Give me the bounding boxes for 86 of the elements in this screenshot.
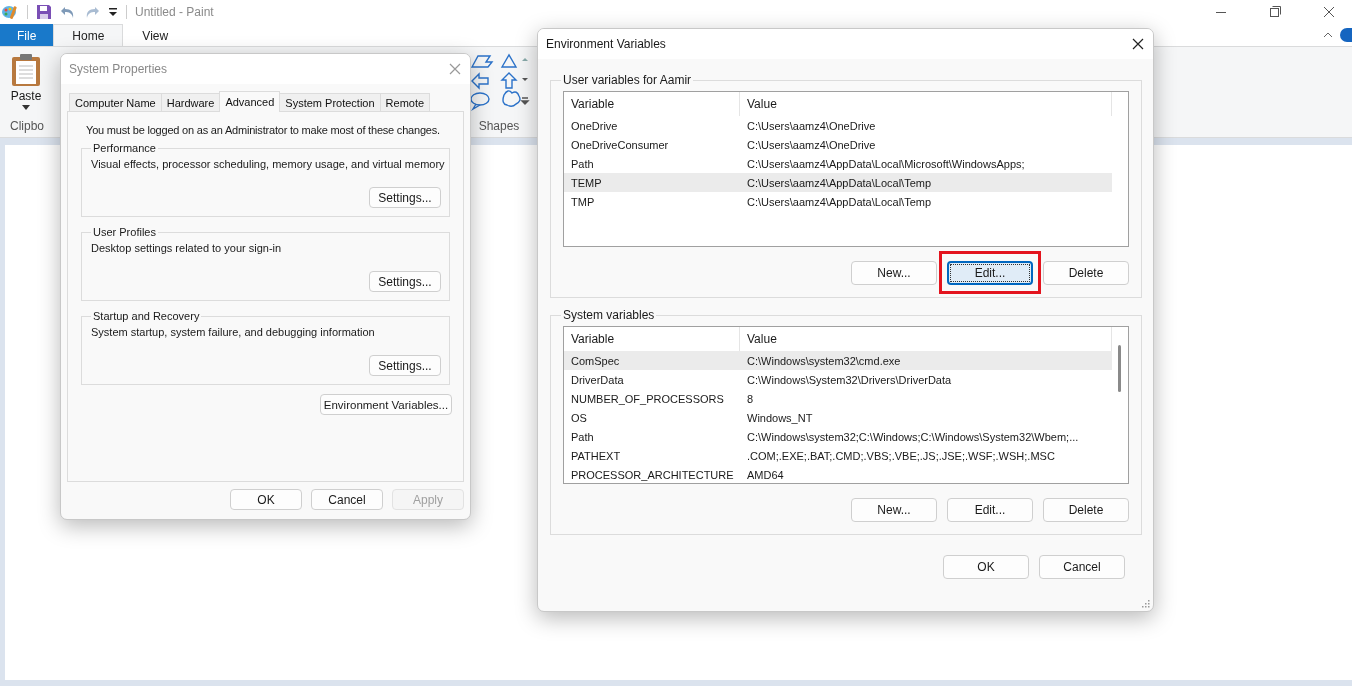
tab[interactable]: Remote xyxy=(379,93,431,111)
list-button[interactable]: New... xyxy=(851,261,937,285)
list-button[interactable]: Delete xyxy=(1043,261,1129,285)
list-button[interactable]: Edit... xyxy=(947,498,1033,522)
table-cell-text: OneDriveConsumer xyxy=(570,138,670,151)
table-cell-text: C:\Windows\system32\cmd.exe xyxy=(746,354,902,367)
table-cell-text: 8 xyxy=(746,392,755,405)
table-cell-text: C:\Windows\system32;C:\Windows;C:\Windows\System32\Wbem;... xyxy=(746,430,1080,443)
help-icon[interactable] xyxy=(1340,28,1352,42)
list-button[interactable]: New... xyxy=(851,498,937,522)
table-row[interactable]: DriverData C:\Windows\System32\Drivers\DriverData xyxy=(564,370,1112,389)
table-cell-text: OneDrive xyxy=(570,119,619,132)
table-cell-text: PROCESSOR_ARCHITECTURE xyxy=(570,468,735,481)
table-cell-text: TMP xyxy=(570,195,596,208)
dialog-button[interactable]: Cancel xyxy=(1039,555,1125,579)
group-label: Clipbo xyxy=(10,119,45,133)
scrollbar-thumb[interactable] xyxy=(1118,345,1121,392)
variables-list[interactable] xyxy=(563,91,1129,247)
save-icon[interactable] xyxy=(36,4,52,20)
table-cell-text: NUMBER_OF_PROCESSORS xyxy=(570,392,725,405)
table-row[interactable]: TEMP C:\Users\aamz4\AppData\Local\Temp xyxy=(564,173,1112,192)
resize-grip-icon[interactable] xyxy=(1142,600,1150,608)
table-cell-text: .COM;.EXE;.BAT;.CMD;.VBS;.VBE;.JS;.JSE;.WSF;.WSH;.MSC xyxy=(746,449,1056,462)
dialog-button[interactable]: OK xyxy=(943,555,1029,579)
variables-list[interactable] xyxy=(563,326,1129,484)
close-icon[interactable] xyxy=(1132,38,1144,50)
ribbon-tab[interactable]: View xyxy=(123,24,188,46)
notice-text: You must be logged on as an Administrator to make most of these changes. xyxy=(86,124,441,136)
table-cell-text: Path xyxy=(570,157,595,170)
table-row[interactable]: OneDriveConsumer C:\Users\aamz4\OneDrive xyxy=(564,135,1112,154)
dialog-title: Environment Variables xyxy=(546,37,666,51)
table-row[interactable]: Path C:\Windows\system32;C:\Windows;C:\Windows\System32\Wbem;... xyxy=(564,427,1112,446)
table-cell-text: DriverData xyxy=(570,373,625,386)
settings-button[interactable]: Settings... xyxy=(369,355,441,376)
settings-button[interactable]: Settings... xyxy=(369,187,441,208)
column-header[interactable]: Value xyxy=(740,92,1112,116)
table-cell-text: C:\Users\aamz4\OneDrive xyxy=(746,119,877,132)
group-title: Startup and Recovery xyxy=(92,310,201,322)
group-title: System variables xyxy=(562,308,656,322)
table-row[interactable]: Path C:\Users\aamz4\AppData\Local\Microsoft\WindowsApps; xyxy=(564,154,1112,173)
environment-variables-button[interactable]: Environment Variables... xyxy=(320,394,452,415)
dialog-button[interactable]: OK xyxy=(230,489,302,510)
window-title: Untitled - Paint xyxy=(135,5,214,19)
column-header[interactable]: Variable xyxy=(564,92,740,116)
settings-button[interactable]: Settings... xyxy=(369,271,441,292)
ribbon-tab[interactable]: File xyxy=(0,24,54,46)
paste-button[interactable]: Paste xyxy=(10,53,42,110)
customize-caret-icon[interactable] xyxy=(108,6,118,18)
group-description: System startup, system failure, and debugging information xyxy=(91,326,376,338)
table-cell-text: C:\Users\aamz4\AppData\Local\Temp xyxy=(746,176,933,189)
table-row[interactable]: NUMBER_OF_PROCESSORS 8 xyxy=(564,389,1112,408)
paint-app-icon xyxy=(1,3,19,21)
table-cell-text: Windows_NT xyxy=(746,411,814,424)
tab[interactable]: Computer Name xyxy=(69,93,162,111)
table-cell-text: Path xyxy=(570,430,595,443)
list-button[interactable]: Edit... xyxy=(947,261,1033,285)
tab[interactable]: Advanced xyxy=(219,91,281,112)
table-row[interactable]: OneDrive C:\Users\aamz4\OneDrive xyxy=(564,116,1112,135)
table-row[interactable]: ComSpec C:\Windows\system32\cmd.exe xyxy=(564,351,1112,370)
group-title: Performance xyxy=(92,142,157,154)
dialog-button[interactable]: Cancel xyxy=(311,489,383,510)
table-cell-text: C:\Users\aamz4\OneDrive xyxy=(746,138,877,151)
table-cell-text: C:\Users\aamz4\AppData\Local\Microsoft\WindowsApps; xyxy=(746,157,1026,170)
table-cell-text: C:\Users\aamz4\AppData\Local\Temp xyxy=(746,195,933,208)
table-row[interactable]: PROCESSOR_ARCHITECTURE AMD64 xyxy=(564,465,1112,483)
group-label: Shapes xyxy=(478,119,520,133)
tab[interactable]: System Protection xyxy=(279,93,381,111)
dialog-title: System Properties xyxy=(69,62,168,76)
shapes-gallery-drawing[interactable] xyxy=(468,53,530,111)
table-row[interactable]: PATHEXT .COM;.EXE;.BAT;.CMD;.VBS;.VBE;.JS;.JSE;.WSF;.WSH;.MSC xyxy=(564,446,1112,465)
table-cell-text: OS xyxy=(570,411,588,424)
tab[interactable]: Hardware xyxy=(160,93,221,111)
table-row[interactable]: OS Windows_NT xyxy=(564,408,1112,427)
group-title: User variables for Aamir xyxy=(562,73,693,87)
list-button[interactable]: Delete xyxy=(1043,498,1129,522)
ribbon-tab[interactable]: Home xyxy=(53,24,124,46)
collapse-ribbon-icon[interactable] xyxy=(1322,30,1334,40)
table-cell-text: C:\Windows\System32\Drivers\DriverData xyxy=(746,373,953,386)
table-cell-text: PATHEXT xyxy=(570,449,622,462)
table-cell-text: TEMP xyxy=(570,176,603,189)
table-row[interactable]: TMP C:\Users\aamz4\AppData\Local\Temp xyxy=(564,192,1112,211)
group-description: Desktop settings related to your sign-in xyxy=(91,242,283,254)
group-title: User Profiles xyxy=(92,226,157,238)
table-cell-text: AMD64 xyxy=(746,468,785,481)
caret-icon[interactable] xyxy=(22,105,30,110)
table-cell-text: ComSpec xyxy=(570,354,621,367)
